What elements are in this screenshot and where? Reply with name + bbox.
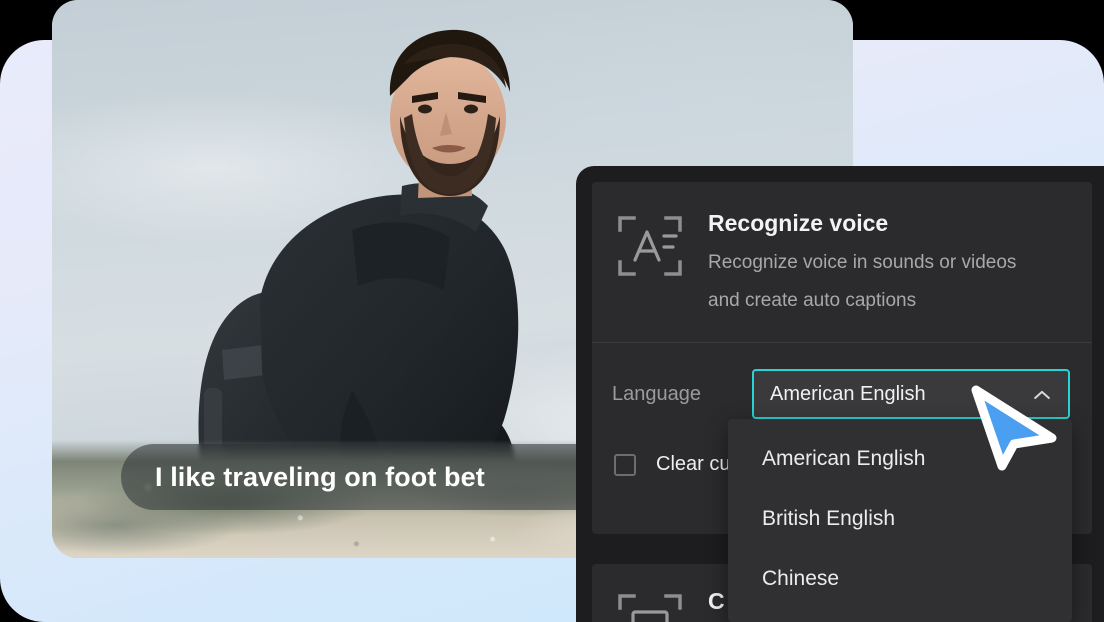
- card-title: Recognize voice: [708, 210, 889, 236]
- dropdown-option-american-english[interactable]: American English: [728, 429, 1072, 489]
- language-dropdown-list[interactable]: American English British English Chinese: [728, 419, 1072, 622]
- language-label: Language: [612, 382, 701, 405]
- language-select-value: American English: [770, 382, 926, 405]
- card-description: Recognize voice in sounds or videos and …: [708, 252, 1017, 311]
- caption-text: I like traveling on foot bet: [155, 461, 485, 492]
- second-card-header-text: C: [708, 584, 725, 622]
- chevron-up-icon: [1034, 388, 1052, 400]
- dropdown-option-british-english[interactable]: British English: [728, 489, 1072, 549]
- card-header-text: Recognize voice Recognize voice in sound…: [708, 206, 1038, 320]
- video-caption: I like traveling on foot bet: [121, 444, 641, 510]
- text-scan-icon: [614, 206, 686, 320]
- language-select[interactable]: American English: [752, 369, 1070, 419]
- language-row: Language American English: [592, 343, 1092, 419]
- subtitle-scan-icon: [614, 584, 686, 622]
- screenshot-root: I like traveling on foot bet Recognize v…: [0, 0, 1104, 622]
- card-header: Recognize voice Recognize voice in sound…: [592, 182, 1092, 320]
- clear-current-checkbox[interactable]: [614, 453, 636, 476]
- dropdown-option-chinese[interactable]: Chinese: [728, 549, 1072, 609]
- clear-current-label: Clear cur: [656, 453, 738, 475]
- second-card-title: C: [708, 588, 725, 614]
